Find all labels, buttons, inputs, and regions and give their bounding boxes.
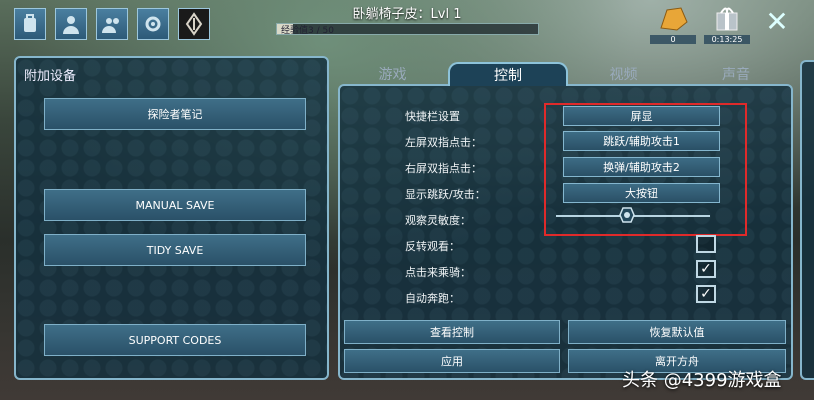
apply-button[interactable]: 应用 bbox=[344, 349, 560, 373]
close-button[interactable]: ✕ bbox=[762, 4, 792, 38]
close-icon: ✕ bbox=[765, 4, 789, 38]
explorer-notes-button[interactable]: 探险者笔记 bbox=[44, 98, 306, 130]
gift-timer[interactable]: 0:13:25 bbox=[704, 4, 750, 44]
highlight-box bbox=[544, 103, 747, 236]
tap-to-ride-checkbox[interactable]: ✓ bbox=[696, 260, 716, 278]
amber-value: 0 bbox=[650, 35, 696, 44]
auto-run-label: 自动奔跑： bbox=[405, 292, 460, 305]
hotbar-setting-label: 快捷栏设置 bbox=[405, 110, 460, 123]
left-double-tap-label: 左屏双指点击： bbox=[405, 136, 482, 149]
invert-look-label: 反转观看： bbox=[405, 240, 460, 253]
support-codes-button[interactable]: SUPPORT CODES bbox=[44, 324, 306, 356]
view-controls-button[interactable]: 查看控制 bbox=[344, 320, 560, 344]
restore-defaults-button[interactable]: 恢复默认值 bbox=[568, 320, 786, 344]
gift-timer-value: 0:13:25 bbox=[704, 35, 750, 44]
invert-look-checkbox[interactable] bbox=[696, 235, 716, 253]
gift-box-icon bbox=[716, 7, 738, 31]
xp-label: 经验值3 / 50 bbox=[281, 26, 334, 36]
amber-icon bbox=[660, 7, 688, 31]
panel-title: 附加设备 bbox=[24, 69, 77, 84]
side-panel-edge bbox=[800, 60, 814, 380]
tidy-save-button[interactable]: TIDY SAVE bbox=[44, 234, 306, 266]
right-double-tap-label: 右屏双指点击： bbox=[405, 162, 482, 175]
xp-bar: 经验值3 / 50 bbox=[276, 23, 539, 36]
amber-counter[interactable]: 0 bbox=[650, 4, 696, 44]
manual-save-button[interactable]: MANUAL SAVE bbox=[44, 189, 306, 221]
tab-controls[interactable]: 控制 bbox=[448, 62, 568, 86]
tap-to-ride-label: 点击来乘骑： bbox=[405, 266, 471, 279]
tab-game[interactable]: 游戏 bbox=[345, 62, 440, 86]
show-jump-attack-label: 显示跳跃/攻击： bbox=[405, 188, 486, 201]
auto-run-checkbox[interactable]: ✓ bbox=[696, 285, 716, 303]
watermark: 头条 @4399游戏盒 bbox=[622, 370, 782, 391]
tab-sound[interactable]: 声音 bbox=[686, 62, 786, 86]
tab-video[interactable]: 视频 bbox=[576, 62, 671, 86]
look-sensitivity-label: 观察灵敏度： bbox=[405, 214, 471, 227]
